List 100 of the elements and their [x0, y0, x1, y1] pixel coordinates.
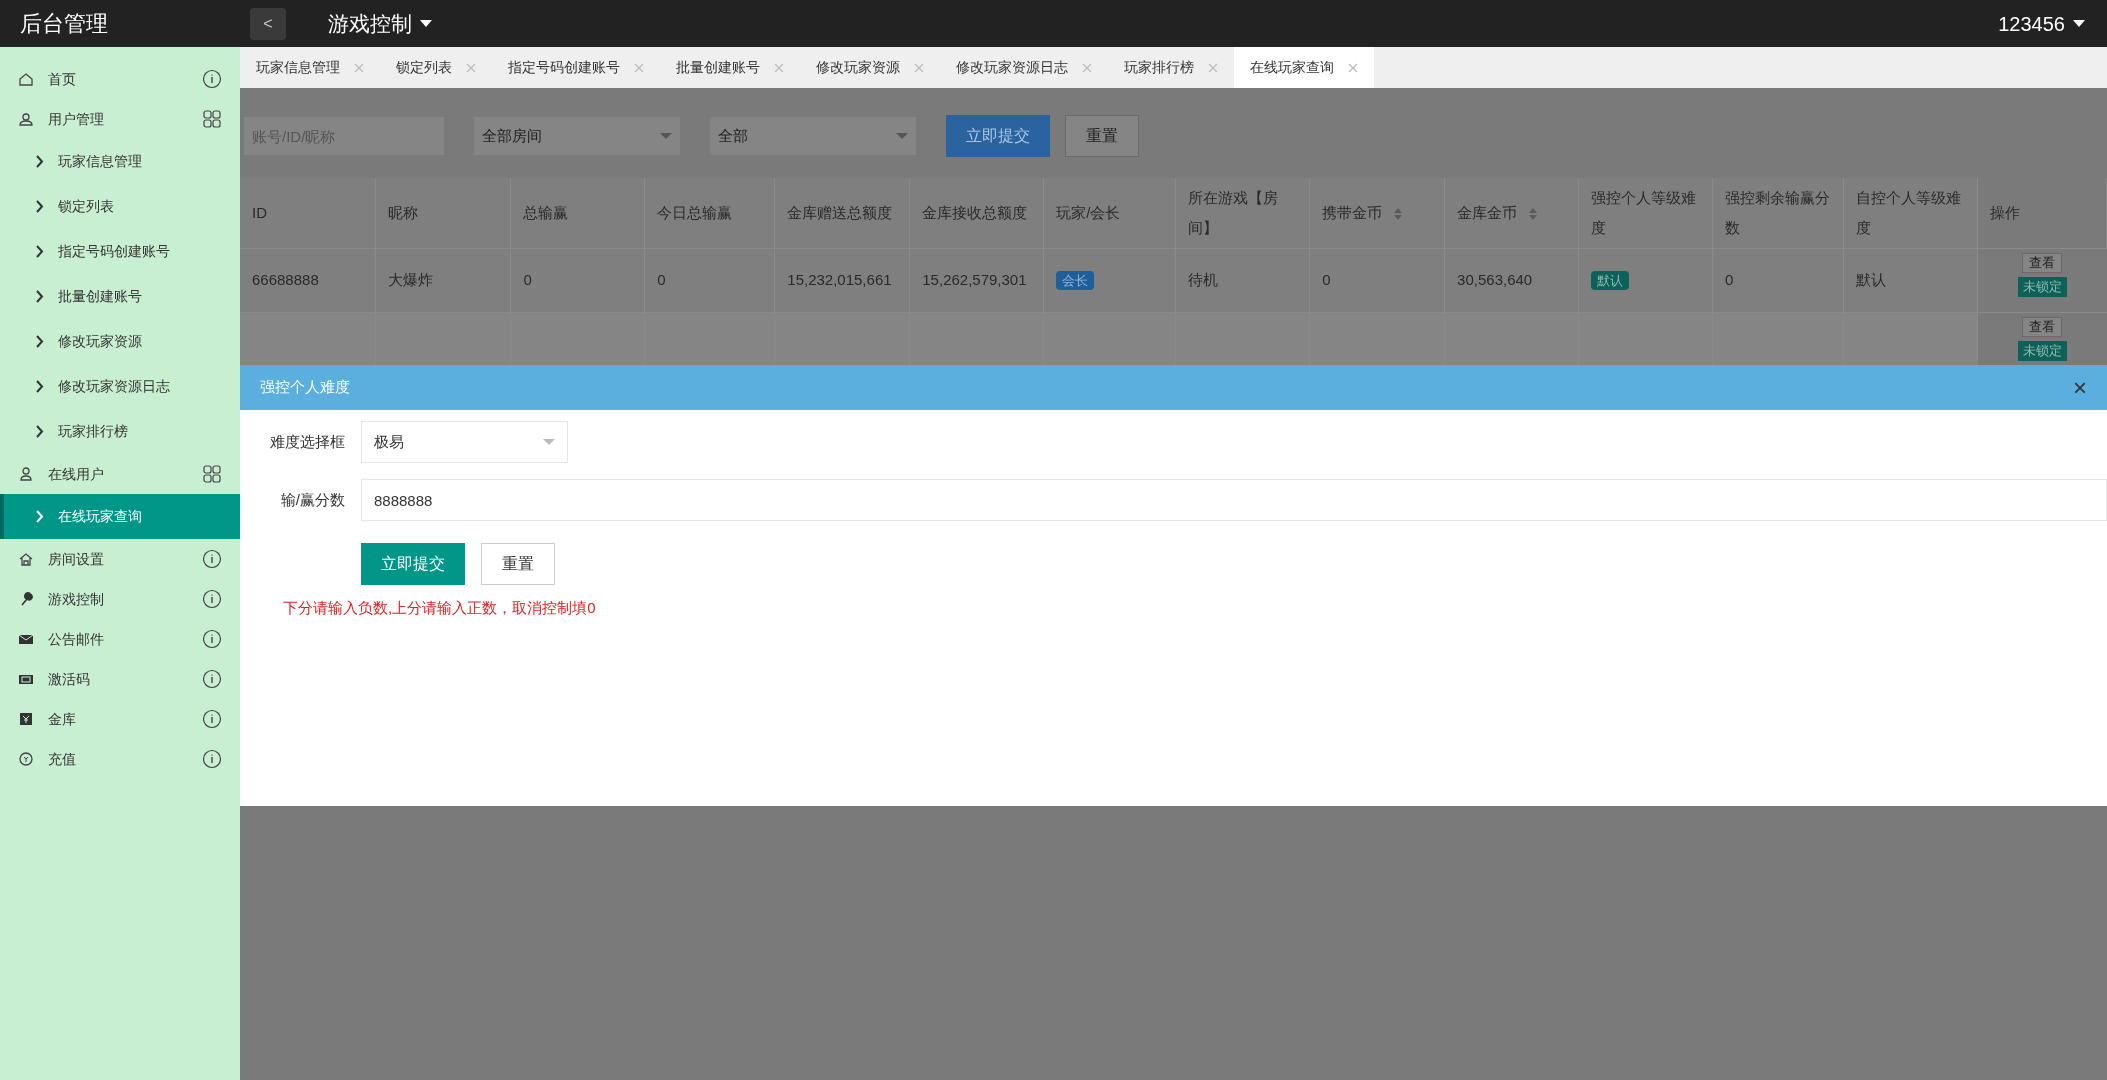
sidebar-subitem[interactable]: 批量创建账号: [0, 274, 240, 319]
sidebar-item[interactable]: 金库: [0, 699, 240, 739]
field-label: 难度选择框: [269, 431, 346, 452]
column-header: 操作: [1977, 178, 2107, 248]
submit-button[interactable]: 立即提交: [946, 115, 1050, 157]
chevron-icon: [36, 155, 44, 168]
table-cell: 0: [510, 248, 645, 312]
close-icon[interactable]: [634, 62, 644, 73]
sidebar-subitem[interactable]: 修改玩家资源日志: [0, 364, 240, 409]
info-icon: [202, 749, 222, 769]
level-badge: 默认: [1591, 270, 1630, 290]
sidebar-item[interactable]: 激活码: [0, 659, 240, 699]
tab[interactable]: 玩家信息管理: [240, 47, 380, 88]
info-icon: [202, 709, 222, 729]
tab[interactable]: 玩家排行榜: [1108, 47, 1234, 88]
table-cell: 大爆炸: [375, 248, 511, 312]
tab[interactable]: 锁定列表: [380, 47, 492, 88]
grid-icon: [202, 464, 222, 484]
close-icon[interactable]: [1208, 62, 1218, 73]
tab[interactable]: 批量创建账号: [660, 47, 800, 88]
chevron-icon: [36, 510, 44, 523]
column-header: 昵称: [375, 178, 511, 248]
sidebar-subitem[interactable]: 玩家排行榜: [0, 409, 240, 454]
info-icon: [202, 629, 222, 649]
chevron-icon: [36, 425, 44, 438]
info-icon: [202, 69, 222, 89]
role-badge: 会长: [1056, 270, 1095, 290]
reset-button[interactable]: 重置: [481, 543, 555, 585]
info-icon: [202, 589, 222, 609]
sidebar-item[interactable]: 房间设置: [0, 539, 240, 579]
reset-button[interactable]: 重置: [1065, 115, 1139, 157]
caret-icon: [543, 438, 555, 446]
house-icon: [18, 71, 34, 87]
sidebar-item[interactable]: 用户管理: [0, 99, 240, 139]
user-menu[interactable]: 123456: [1998, 8, 2085, 39]
column-header: 强控剩余输赢分数: [1712, 178, 1844, 248]
status-select[interactable]: 全部: [710, 117, 916, 155]
sidebar-item[interactable]: 游戏控制: [0, 579, 240, 619]
column-header: 玩家/会长: [1043, 178, 1176, 248]
brand-title: 后台管理: [19, 10, 109, 38]
table-cell: 默认: [1843, 248, 1978, 312]
field-label: 输/赢分数: [279, 489, 346, 510]
table-cell: 0: [1309, 248, 1445, 312]
caret-icon: [2073, 19, 2085, 28]
column-header[interactable]: 携带金币: [1309, 178, 1445, 248]
close-icon[interactable]: [774, 62, 784, 73]
chevron-icon: [36, 245, 44, 258]
table-cell: 0: [1712, 248, 1844, 312]
close-icon[interactable]: [354, 62, 364, 73]
chevron-icon: [36, 335, 44, 348]
column-header[interactable]: 金库金币: [1444, 178, 1579, 248]
column-header: 自控个人等级难度: [1843, 178, 1978, 248]
close-icon[interactable]: [466, 62, 476, 73]
user-icon: [18, 466, 34, 482]
tab[interactable]: 在线玩家查询: [1234, 47, 1374, 88]
section-dropdown[interactable]: 游戏控制: [328, 7, 432, 40]
dialog-title: 强控个人难度: [260, 377, 350, 398]
submit-button[interactable]: 立即提交: [361, 543, 465, 585]
sidebar-subitem[interactable]: 修改玩家资源: [0, 319, 240, 364]
score-input-field[interactable]: 8888888: [361, 479, 2107, 521]
room-select[interactable]: 全部房间: [474, 117, 680, 155]
sort-icon[interactable]: [1394, 207, 1403, 220]
chevron-icon: [36, 200, 44, 213]
column-header: 今日总输赢: [644, 178, 775, 248]
grid-icon: [202, 109, 222, 129]
table-cell: 30,563,640: [1444, 248, 1579, 312]
sidebar-subitem[interactable]: 锁定列表: [0, 184, 240, 229]
column-header: 所在游戏【房间】: [1175, 178, 1310, 248]
sidebar-item[interactable]: 公告邮件: [0, 619, 240, 659]
tab[interactable]: 修改玩家资源日志: [940, 47, 1108, 88]
difficulty-select[interactable]: 极易: [361, 421, 568, 463]
table-cell: 0: [644, 248, 775, 312]
sidebar-item[interactable]: 在线用户: [0, 454, 240, 494]
close-button[interactable]: ×: [2073, 375, 2087, 400]
column-header: 强控个人等级难度: [1578, 178, 1713, 248]
close-icon[interactable]: [1082, 62, 1092, 73]
view-button[interactable]: 查看: [2022, 316, 2063, 337]
column-header: 金库赠送总额度: [774, 178, 910, 248]
tab[interactable]: 指定号码创建账号: [492, 47, 660, 88]
home-icon: [18, 551, 34, 567]
sidebar-subitem[interactable]: 在线玩家查询: [0, 494, 240, 539]
view-button[interactable]: 查看: [2022, 252, 2063, 273]
sidebar-item[interactable]: 充值: [0, 739, 240, 779]
caret-icon: [660, 132, 672, 140]
info-icon: [202, 549, 222, 569]
tab[interactable]: 修改玩家资源: [800, 47, 940, 88]
sidebar-subitem[interactable]: 指定号码创建账号: [0, 229, 240, 274]
caret-icon: [896, 132, 908, 140]
column-header: ID: [240, 178, 376, 248]
users-icon: [18, 111, 34, 127]
column-header: 金库接收总额度: [909, 178, 1044, 248]
back-button[interactable]: <: [250, 7, 286, 40]
table-cell: 15,262,579,301: [909, 248, 1044, 312]
close-icon[interactable]: [1348, 62, 1358, 73]
caret-icon: [420, 19, 432, 28]
sort-icon[interactable]: [1529, 207, 1538, 220]
close-icon[interactable]: [914, 62, 924, 73]
table-cell: 15,232,015,661: [774, 248, 910, 312]
sidebar-subitem[interactable]: 玩家信息管理: [0, 139, 240, 184]
sidebar-item[interactable]: 首页: [0, 59, 240, 99]
